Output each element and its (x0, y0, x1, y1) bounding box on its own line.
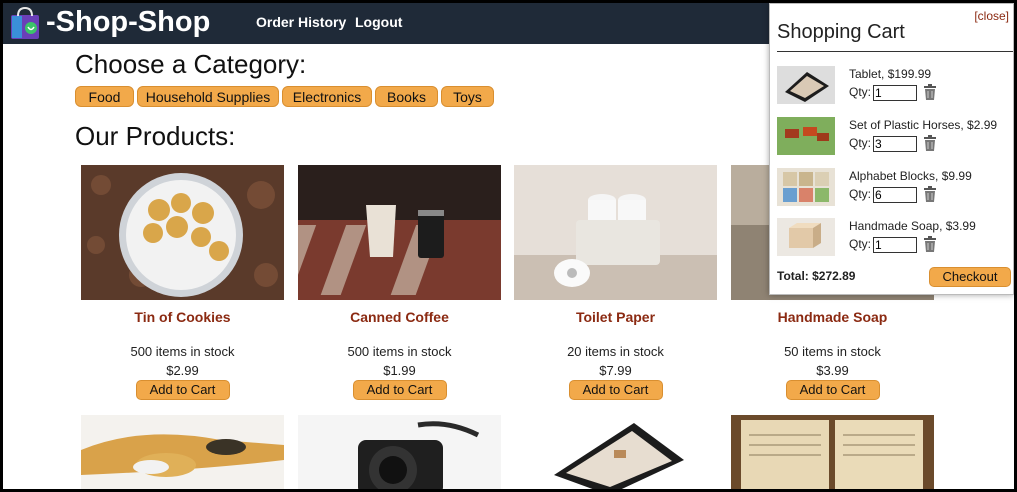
product-price: $7.99 (599, 363, 632, 378)
qty-label: Qty: (849, 237, 872, 251)
category-household-button[interactable]: Household Supplies (137, 86, 279, 107)
trash-icon[interactable] (923, 236, 937, 252)
category-food-button[interactable]: Food (75, 86, 134, 107)
product-image-cookies[interactable] (81, 165, 284, 300)
product-name[interactable]: Tin of Cookies (81, 309, 284, 325)
product-name[interactable]: Canned Coffee (298, 309, 501, 325)
trash-icon[interactable] (923, 84, 937, 100)
add-to-cart-button[interactable]: Add to Cart (135, 380, 230, 400)
add-to-cart-button[interactable]: Add to Cart (352, 380, 447, 400)
product-stock: 50 items in stock (784, 344, 881, 359)
cart-title: Shopping Cart (777, 21, 905, 43)
product-card: Tin of Cookies 500 items in stock $2.99 … (81, 165, 284, 400)
qty-input[interactable] (873, 136, 917, 152)
brand-title[interactable]: -Shop-Shop (46, 4, 210, 40)
product-image-camera[interactable] (298, 415, 501, 489)
product-image-tablet[interactable] (514, 415, 717, 489)
qty-input[interactable] (873, 85, 917, 101)
cart-item-image-soap (777, 218, 835, 256)
logout-link[interactable]: Logout (355, 14, 402, 30)
cart-total: Total: $272.89 (777, 269, 856, 283)
cart-item-image-blocks (777, 168, 835, 206)
product-image-spices[interactable] (81, 415, 284, 489)
product-image-coffee[interactable] (298, 165, 501, 300)
product-stock: 20 items in stock (567, 344, 664, 359)
products-heading: Our Products: (75, 121, 236, 151)
cart-item: Set of Plastic Horses, $2.99 Qty: (777, 117, 1014, 159)
cart-item: Tablet, $199.99 Qty: (777, 66, 1014, 108)
category-books-button[interactable]: Books (375, 86, 438, 107)
qty-label: Qty: (849, 136, 872, 150)
add-to-cart-button[interactable]: Add to Cart (785, 380, 880, 400)
qty-input[interactable] (873, 237, 917, 253)
product-stock: 500 items in stock (347, 344, 452, 359)
product-image-toilet-paper[interactable] (514, 165, 717, 300)
cart-item: Alphabet Blocks, $9.99 Qty: (777, 168, 1014, 210)
trash-icon[interactable] (923, 135, 937, 151)
category-heading: Choose a Category: (75, 49, 307, 79)
product-image-book[interactable] (731, 415, 934, 489)
product-price: $3.99 (816, 363, 849, 378)
close-cart-link[interactable]: [close] (974, 9, 1009, 23)
product-card: Toilet Paper 20 items in stock $7.99 Add… (514, 165, 717, 400)
cart-item-name: Handmade Soap, $3.99 (849, 219, 976, 233)
cart-item-image-tablet (777, 66, 835, 104)
cart-divider (777, 51, 1013, 52)
category-electronics-button[interactable]: Electronics (282, 86, 372, 107)
cart-item-name: Tablet, $199.99 (849, 67, 932, 81)
add-to-cart-button[interactable]: Add to Cart (568, 380, 663, 400)
qty-input[interactable] (873, 187, 917, 203)
app-frame: -Shop-Shop Order History Logout Choose a… (0, 0, 1017, 492)
shopping-cart-panel: [close] Shopping Cart Tablet, $199.99 Qt… (769, 3, 1014, 295)
trash-icon[interactable] (923, 186, 937, 202)
product-stock: 500 items in stock (130, 344, 235, 359)
cart-item: Handmade Soap, $3.99 Qty: (777, 218, 1014, 260)
product-price: $2.99 (166, 363, 199, 378)
product-name[interactable]: Handmade Soap (731, 309, 934, 325)
category-toys-button[interactable]: Toys (441, 86, 494, 107)
checkout-button[interactable]: Checkout (929, 267, 1011, 287)
shopping-bag-logo-icon[interactable] (7, 6, 43, 40)
order-history-link[interactable]: Order History (256, 14, 346, 30)
cart-item-name: Set of Plastic Horses, $2.99 (849, 118, 998, 132)
product-card: Canned Coffee 500 items in stock $1.99 A… (298, 165, 501, 400)
product-price: $1.99 (383, 363, 416, 378)
cart-item-name: Alphabet Blocks, $9.99 (849, 169, 972, 183)
cart-item-image-horses (777, 117, 835, 155)
product-name[interactable]: Toilet Paper (514, 309, 717, 325)
qty-label: Qty: (849, 187, 872, 201)
qty-label: Qty: (849, 85, 872, 99)
